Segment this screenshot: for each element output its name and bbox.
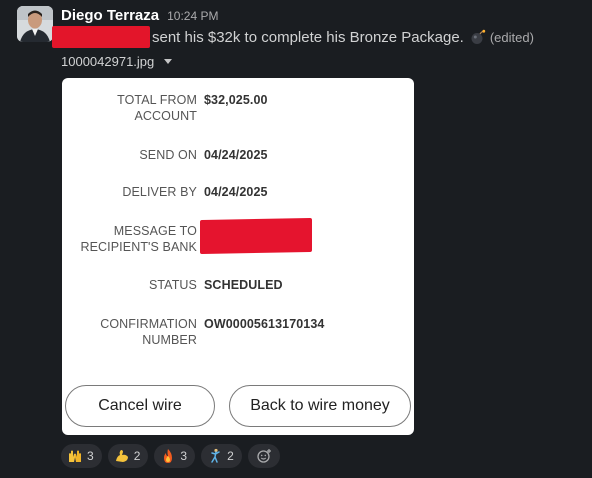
attachment-filename[interactable]: 1000042971.jpg bbox=[61, 54, 154, 69]
message-header: Diego Terraza 10:24 PM bbox=[61, 7, 218, 25]
message-text-line: sent his $32k to complete his Bronze Pac… bbox=[52, 26, 534, 48]
message-label-line2: RECIPIENT'S BANK bbox=[80, 240, 197, 254]
message: Diego Terraza 10:24 PM sent his $32k to … bbox=[0, 0, 592, 478]
total-label-line2: ACCOUNT bbox=[134, 109, 197, 123]
reaction-fire[interactable]: 3 bbox=[154, 444, 196, 468]
redaction-block bbox=[200, 218, 312, 254]
deliver-label: DELIVER BY bbox=[122, 185, 197, 199]
bomb-emoji-icon bbox=[470, 29, 486, 45]
add-reaction-button[interactable] bbox=[247, 444, 280, 468]
author-name[interactable]: Diego Terraza bbox=[61, 7, 159, 24]
status-value: SCHEDULED bbox=[204, 278, 283, 292]
total-value: $32,025.00 bbox=[204, 93, 268, 107]
fire-icon bbox=[160, 448, 176, 464]
send-value: 04/24/2025 bbox=[204, 148, 268, 162]
add-emoji-icon bbox=[256, 448, 272, 464]
chevron-down-icon[interactable] bbox=[164, 58, 173, 64]
total-label-line1: TOTAL FROM bbox=[117, 93, 197, 107]
raised-hands-icon bbox=[67, 448, 83, 464]
reaction-dancing[interactable]: 2 bbox=[201, 444, 242, 468]
message-text: sent his $32k to complete his Bronze Pac… bbox=[152, 28, 464, 46]
confirmation-value: OW00005613170134 bbox=[204, 317, 325, 331]
redaction-block bbox=[52, 26, 150, 48]
reaction-count: 3 bbox=[180, 449, 188, 463]
reaction-count: 2 bbox=[227, 449, 234, 463]
confirmation-label-line2: NUMBER bbox=[142, 333, 197, 347]
avatar[interactable] bbox=[17, 6, 53, 42]
total-label: TOTAL FROM ACCOUNT bbox=[117, 92, 197, 124]
reactions-bar: 3 2 3 2 bbox=[61, 444, 280, 468]
deliver-value: 04/24/2025 bbox=[204, 185, 268, 199]
status-label: STATUS bbox=[148, 278, 197, 292]
wire-confirmation-image[interactable]: TOTAL FROM ACCOUNT $32,025.00 SEND ON 04… bbox=[62, 78, 414, 435]
message-label-line1: MESSAGE TO bbox=[113, 224, 197, 238]
edited-label: (edited) bbox=[489, 29, 534, 45]
message-label: MESSAGE TO RECIPIENT'S BANK bbox=[80, 223, 197, 255]
reaction-raised-hands[interactable]: 3 bbox=[61, 444, 102, 468]
confirmation-label-line1: CONFIRMATION bbox=[100, 317, 197, 331]
flexed-biceps-icon bbox=[114, 448, 130, 464]
dancing-icon bbox=[207, 448, 223, 464]
reaction-count: 2 bbox=[133, 449, 141, 463]
confirmation-label: CONFIRMATION NUMBER bbox=[100, 316, 197, 348]
reaction-flexed-biceps[interactable]: 2 bbox=[107, 444, 149, 468]
reaction-count: 3 bbox=[87, 449, 94, 463]
attachment-name[interactable]: 1000042971.jpg bbox=[61, 52, 173, 70]
cancel-wire-button[interactable]: Cancel wire bbox=[65, 385, 215, 427]
back-to-wire-money-button[interactable]: Back to wire money bbox=[229, 385, 411, 427]
send-label: SEND ON bbox=[139, 148, 197, 162]
timestamp[interactable]: 10:24 PM bbox=[167, 9, 218, 23]
